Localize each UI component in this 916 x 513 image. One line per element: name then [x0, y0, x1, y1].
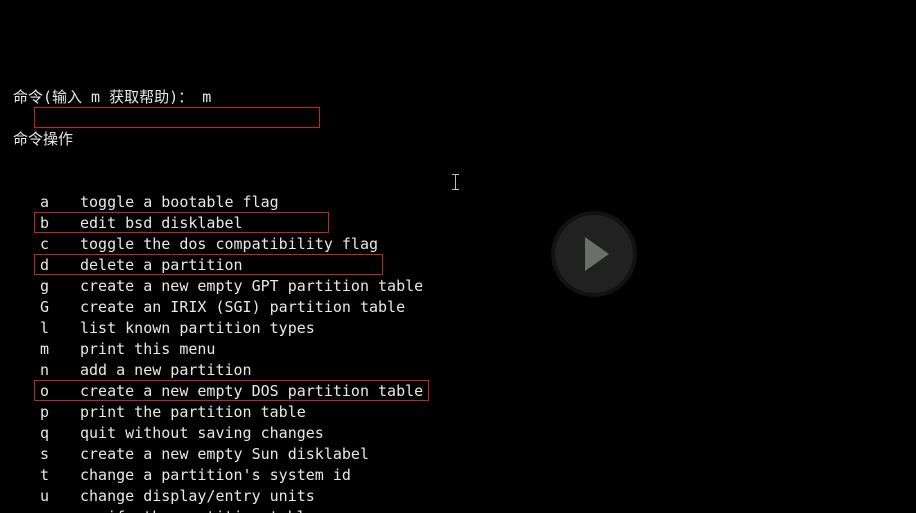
- menu-row-o: ocreate a new empty DOS partition table: [0, 381, 916, 402]
- menu-desc: toggle a bootable flag: [80, 193, 279, 211]
- menu-key: G: [40, 297, 80, 318]
- menu-key: u: [40, 486, 80, 507]
- menu-desc: verify the partition table: [80, 508, 315, 513]
- menu-desc: delete a partition: [80, 256, 243, 274]
- menu-key: t: [40, 465, 80, 486]
- menu-key: o: [40, 381, 80, 402]
- menu-desc: list known partition types: [80, 319, 315, 337]
- menu-key: l: [40, 318, 80, 339]
- menu-header: 命令操作: [0, 129, 916, 150]
- menu-key: d: [40, 255, 80, 276]
- menu-row-q: qquit without saving changes: [0, 423, 916, 444]
- highlight-box-d: [34, 107, 320, 128]
- fdisk-menu: atoggle a bootable flagbedit bsd disklab…: [0, 192, 916, 513]
- menu-row-d: ddelete a partition: [0, 255, 916, 276]
- menu-desc: create an IRIX (SGI) partition table: [80, 298, 405, 316]
- menu-row-G: Gcreate an IRIX (SGI) partition table: [0, 297, 916, 318]
- fdisk-prompt-top: 命令(输入 m 获取帮助)： m: [0, 87, 916, 108]
- menu-desc: edit bsd disklabel: [80, 214, 243, 232]
- menu-row-g: gcreate a new empty GPT partition table: [0, 276, 916, 297]
- prompt-label: 命令(输入 m 获取帮助)：: [13, 88, 193, 106]
- menu-desc: print the partition table: [80, 403, 306, 421]
- text-cursor-ibeam-icon: [455, 174, 456, 190]
- prompt-input-top[interactable]: m: [202, 88, 211, 106]
- menu-row-a: atoggle a bootable flag: [0, 192, 916, 213]
- menu-desc: change a partition's system id: [80, 466, 351, 484]
- menu-key: n: [40, 360, 80, 381]
- menu-row-t: tchange a partition's system id: [0, 465, 916, 486]
- menu-key: a: [40, 192, 80, 213]
- menu-key: b: [40, 213, 80, 234]
- menu-desc: add a new partition: [80, 361, 252, 379]
- menu-desc: create a new empty GPT partition table: [80, 277, 423, 295]
- menu-key: q: [40, 423, 80, 444]
- menu-desc: create a new empty Sun disklabel: [80, 445, 369, 463]
- menu-row-v: vverify the partition table: [0, 507, 916, 513]
- menu-row-u: uchange display/entry units: [0, 486, 916, 507]
- menu-key: g: [40, 276, 80, 297]
- menu-key: c: [40, 234, 80, 255]
- menu-desc: create a new empty DOS partition table: [80, 382, 423, 400]
- menu-row-b: bedit bsd disklabel: [0, 213, 916, 234]
- menu-row-s: screate a new empty Sun disklabel: [0, 444, 916, 465]
- menu-row-p: pprint the partition table: [0, 402, 916, 423]
- menu-row-c: ctoggle the dos compatibility flag: [0, 234, 916, 255]
- menu-key: v: [40, 507, 80, 513]
- menu-row-n: nadd a new partition: [0, 360, 916, 381]
- menu-row-m: mprint this menu: [0, 339, 916, 360]
- menu-key: s: [40, 444, 80, 465]
- menu-desc: quit without saving changes: [80, 424, 324, 442]
- menu-desc: toggle the dos compatibility flag: [80, 235, 378, 253]
- menu-row-l: llist known partition types: [0, 318, 916, 339]
- menu-key: m: [40, 339, 80, 360]
- play-icon[interactable]: [555, 215, 633, 293]
- menu-desc: print this menu: [80, 340, 215, 358]
- menu-key: p: [40, 402, 80, 423]
- menu-desc: change display/entry units: [80, 487, 315, 505]
